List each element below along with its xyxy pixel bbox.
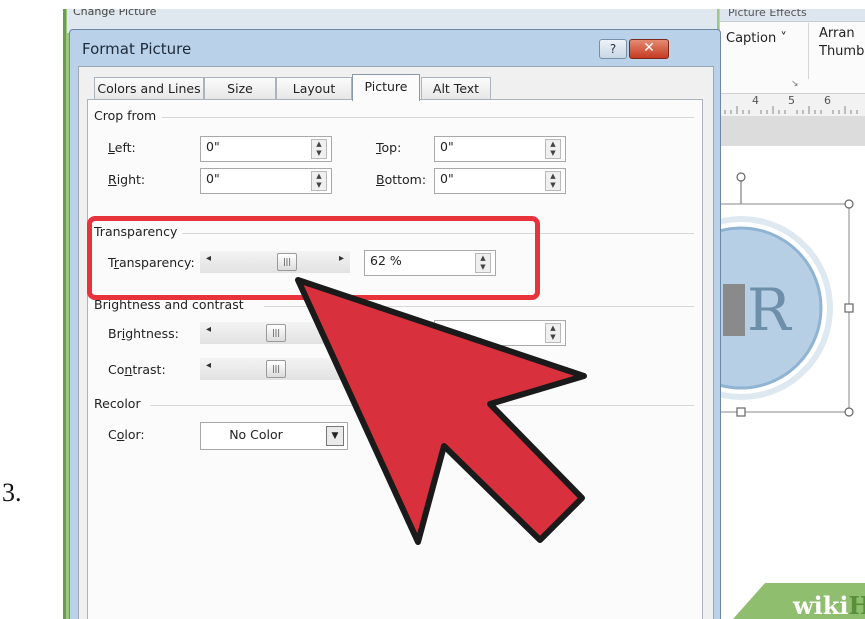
step-number: 3. [2,478,22,507]
caption-button[interactable]: Caption ˅ [726,31,787,46]
ribbon-separator [808,23,809,79]
red-pointer-arrow-icon [295,277,587,545]
crop-right-field[interactable]: 0" ▲ ▼ [200,168,332,194]
crop-top-field[interactable]: 0" ▲ ▼ [434,136,566,162]
arrange-group[interactable]: Arran Thumb [819,25,864,61]
tab-colors-and-lines[interactable]: Colors and Lines [94,77,204,100]
tab-size[interactable]: Size [204,77,276,100]
crop-from-divider [162,117,694,118]
spin-up-icon[interactable]: ▲ [312,172,326,181]
selected-picture[interactable] [719,146,865,446]
picture-letter: R [747,276,791,344]
ruler-number-6: 6 [824,94,831,107]
close-button[interactable]: ✕ [629,39,669,59]
spin-up-icon[interactable]: ▲ [546,172,560,181]
contrast-slider-thumb[interactable]: ||| [266,360,286,378]
crop-right-spinner[interactable]: ▲ ▼ [311,171,327,191]
tab-layout[interactable]: Layout [276,77,352,100]
spin-up-icon[interactable]: ▲ [312,140,326,149]
crop-right-label: Right: [108,172,146,187]
dialog-title: Format Picture [82,40,192,58]
arrange-label: Arran [819,26,855,41]
crop-from-heading: Crop from [94,108,157,123]
contrast-label: Contrast: [108,362,166,377]
spin-down-icon[interactable]: ▼ [312,181,326,190]
crop-top-value[interactable]: 0" [440,139,454,154]
ruler: 4 5 6 [719,93,865,117]
dialog-launcher-icon[interactable]: ↘ [791,79,799,89]
help-button[interactable]: ? [599,39,627,59]
document-gray-band [719,116,865,146]
crop-bottom-spinner[interactable]: ▲ ▼ [545,171,561,191]
color-label: Color: [108,427,145,442]
crop-top-spinner[interactable]: ▲ ▼ [545,139,561,159]
slider-left-arrow-icon[interactable]: ◂ [206,360,211,371]
crop-left-label: Left: [108,140,136,155]
brightness-label: Brightness: [108,326,179,341]
ruler-number-5: 5 [788,94,795,107]
ruler-number-4: 4 [752,94,759,107]
tab-alt-text[interactable]: Alt Text [421,77,491,100]
crop-bottom-field[interactable]: 0" ▲ ▼ [434,168,566,194]
spin-up-icon[interactable]: ▲ [546,140,560,149]
crop-top-label: Top: [376,140,402,155]
ribbon: Picture Effects Caption ˅ Arran Thumb ↘ [719,9,865,93]
crop-bottom-label: Bottom: [376,172,427,187]
thumbnail-label: Thumb [819,44,865,59]
brightness-slider-thumb[interactable]: ||| [266,324,286,342]
document-page: R [719,146,865,619]
crop-right-value[interactable]: 0" [206,171,220,186]
crop-left-value[interactable]: 0" [206,139,220,154]
crop-left-field[interactable]: 0" ▲ ▼ [200,136,332,162]
slider-left-arrow-icon[interactable]: ◂ [206,324,211,335]
recolor-heading: Recolor [94,396,141,411]
spin-down-icon[interactable]: ▼ [312,149,326,158]
ribbon-top-row: Picture Effects [720,9,865,22]
picture-effects-label[interactable]: Picture Effects [728,9,807,19]
spin-down-icon[interactable]: ▼ [546,149,560,158]
frame-left-strip [63,9,66,619]
crop-left-spinner[interactable]: ▲ ▼ [311,139,327,159]
background-window-title: Change Picture [73,9,157,18]
wikihow-logo: wikiHow [793,591,865,619]
tab-picture[interactable]: Picture [352,74,420,101]
crop-bottom-value[interactable]: 0" [440,171,454,186]
spin-down-icon[interactable]: ▼ [546,181,560,190]
